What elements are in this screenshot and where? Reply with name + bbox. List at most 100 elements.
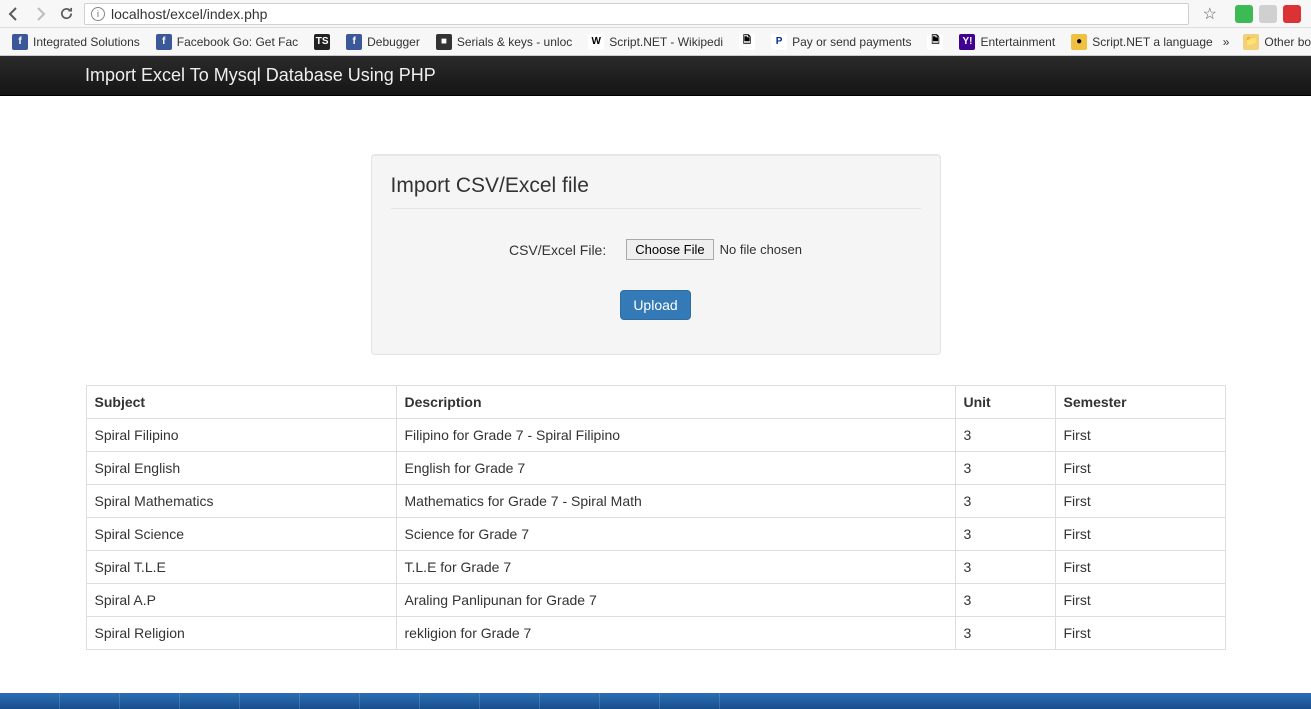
bookmark-item[interactable]: ■ Serials & keys - unloc xyxy=(430,31,578,53)
table-header-row: SubjectDescriptionUnitSemester xyxy=(86,386,1225,419)
other-bookmarks[interactable]: 📁 Other book xyxy=(1237,31,1311,53)
bookmark-icon: f xyxy=(12,34,28,50)
back-button[interactable] xyxy=(6,6,22,22)
folder-icon: 📁 xyxy=(1243,34,1259,50)
table-cell: First xyxy=(1055,419,1225,452)
table-cell: 3 xyxy=(955,485,1055,518)
file-label: CSV/Excel File: xyxy=(509,242,606,258)
extension-icon[interactable] xyxy=(1235,5,1253,23)
table-row: Spiral A.PAraling Panlipunan for Grade 7… xyxy=(86,584,1225,617)
bookmark-item[interactable]: 🗎 xyxy=(921,31,949,53)
bookmark-item[interactable]: WScript.NET - Wikipedi xyxy=(582,31,729,53)
divider xyxy=(391,208,921,209)
container: Import CSV/Excel file CSV/Excel File: Ch… xyxy=(71,154,1241,650)
table-cell: T.L.E for Grade 7 xyxy=(396,551,955,584)
extension-icons xyxy=(1231,5,1305,23)
bookmark-icon: TS xyxy=(314,34,330,50)
star-icon[interactable]: ☆ xyxy=(1199,4,1221,24)
table-cell: Science for Grade 7 xyxy=(396,518,955,551)
table-cell: Spiral English xyxy=(86,452,396,485)
column-header: Subject xyxy=(86,386,396,419)
bookmark-label: Script.NET a language xyxy=(1092,35,1213,49)
column-header: Description xyxy=(396,386,955,419)
table-cell: English for Grade 7 xyxy=(396,452,955,485)
table-body: Spiral FilipinoFilipino for Grade 7 - Sp… xyxy=(86,419,1225,650)
bookmark-item[interactable]: f Facebook Go: Get Fac xyxy=(150,31,304,53)
bookmark-icon: 🗎 xyxy=(739,34,755,50)
bookmark-item[interactable]: ● Script.NET a language xyxy=(1065,31,1219,53)
table-cell: First xyxy=(1055,584,1225,617)
table-cell: 3 xyxy=(955,518,1055,551)
bookmark-icon: ● xyxy=(1071,34,1087,50)
info-icon[interactable]: i xyxy=(91,7,105,21)
bookmark-label: Pay or send payments xyxy=(792,35,911,49)
table-cell: rekligion for Grade 7 xyxy=(396,617,955,650)
table-cell: Spiral Filipino xyxy=(86,419,396,452)
file-row: CSV/Excel File: Choose File No file chos… xyxy=(391,239,921,260)
bookmark-icon: 🗎 xyxy=(927,34,943,50)
table-cell: 3 xyxy=(955,551,1055,584)
upload-row: Upload xyxy=(391,290,921,320)
import-panel: Import CSV/Excel file CSV/Excel File: Ch… xyxy=(371,154,941,355)
bookmark-icon: W xyxy=(588,34,604,50)
extension-icon[interactable] xyxy=(1259,5,1277,23)
file-status: No file chosen xyxy=(720,242,802,257)
table-cell: Filipino for Grade 7 - Spiral Filipino xyxy=(396,419,955,452)
table-cell: 3 xyxy=(955,584,1055,617)
table-cell: 3 xyxy=(955,617,1055,650)
other-bookmarks-label: Other book xyxy=(1264,35,1311,49)
table-cell: First xyxy=(1055,485,1225,518)
table-row: Spiral FilipinoFilipino for Grade 7 - Sp… xyxy=(86,419,1225,452)
bookmark-item[interactable]: P Pay or send payments xyxy=(765,31,917,53)
page-title: Import Excel To Mysql Database Using PHP xyxy=(85,65,436,86)
overflow-chevron-icon[interactable]: » xyxy=(1223,35,1230,49)
data-table: SubjectDescriptionUnitSemester Spiral Fi… xyxy=(86,385,1226,650)
table-cell: 3 xyxy=(955,419,1055,452)
table-cell: Spiral Mathematics xyxy=(86,485,396,518)
panel-title: Import CSV/Excel file xyxy=(391,174,921,198)
bookmark-icon: P xyxy=(771,34,787,50)
bookmark-icon: ■ xyxy=(436,34,452,50)
file-input[interactable]: Choose File No file chosen xyxy=(626,239,802,260)
table-cell: Araling Panlipunan for Grade 7 xyxy=(396,584,955,617)
table-row: Spiral EnglishEnglish for Grade 73First xyxy=(86,452,1225,485)
bookmark-label: Serials & keys - unloc xyxy=(457,35,572,49)
table-cell: First xyxy=(1055,518,1225,551)
bookmark-icon: f xyxy=(156,34,172,50)
table-head: SubjectDescriptionUnitSemester xyxy=(86,386,1225,419)
bookmark-item[interactable]: 🗎 xyxy=(733,31,761,53)
nav-arrows xyxy=(6,6,74,22)
table-row: Spiral Religionrekligion for Grade 73Fir… xyxy=(86,617,1225,650)
choose-file-button[interactable]: Choose File xyxy=(626,239,713,260)
table-cell: Mathematics for Grade 7 - Spiral Math xyxy=(396,485,955,518)
table-cell: First xyxy=(1055,452,1225,485)
url-text: localhost/excel/index.php xyxy=(111,6,267,22)
bookmark-item[interactable]: Y!Entertainment xyxy=(953,31,1061,53)
forward-button xyxy=(32,6,48,22)
table-cell: Spiral A.P xyxy=(86,584,396,617)
table-cell: First xyxy=(1055,551,1225,584)
bookmark-item[interactable]: f Integrated Solutions xyxy=(6,31,146,53)
upload-button[interactable]: Upload xyxy=(620,290,690,320)
table-cell: Spiral Religion xyxy=(86,617,396,650)
bookmark-item[interactable]: fDebugger xyxy=(340,31,426,53)
taskbar[interactable] xyxy=(0,693,1311,709)
table-cell: Spiral T.L.E xyxy=(86,551,396,584)
column-header: Unit xyxy=(955,386,1055,419)
table-row: Spiral ScienceScience for Grade 73First xyxy=(86,518,1225,551)
bookmark-icon: Y! xyxy=(959,34,975,50)
bookmark-label: Integrated Solutions xyxy=(33,35,140,49)
url-bar[interactable]: i localhost/excel/index.php xyxy=(84,3,1189,25)
bookmark-item[interactable]: TS xyxy=(308,31,336,53)
bookmarks-bar: f Integrated Solutions f Facebook Go: Get F… xyxy=(0,28,1311,56)
bookmarks-overflow: » 📁 Other book xyxy=(1223,31,1311,53)
extension-icon[interactable] xyxy=(1283,5,1301,23)
bookmark-label: Facebook Go: Get Fac xyxy=(177,35,298,49)
column-header: Semester xyxy=(1055,386,1225,419)
reload-button[interactable] xyxy=(58,6,74,22)
bookmark-label: Debugger xyxy=(367,35,420,49)
table-cell: 3 xyxy=(955,452,1055,485)
table-row: Spiral T.L.ET.L.E for Grade 73First xyxy=(86,551,1225,584)
table-cell: Spiral Science xyxy=(86,518,396,551)
table-row: Spiral MathematicsMathematics for Grade … xyxy=(86,485,1225,518)
